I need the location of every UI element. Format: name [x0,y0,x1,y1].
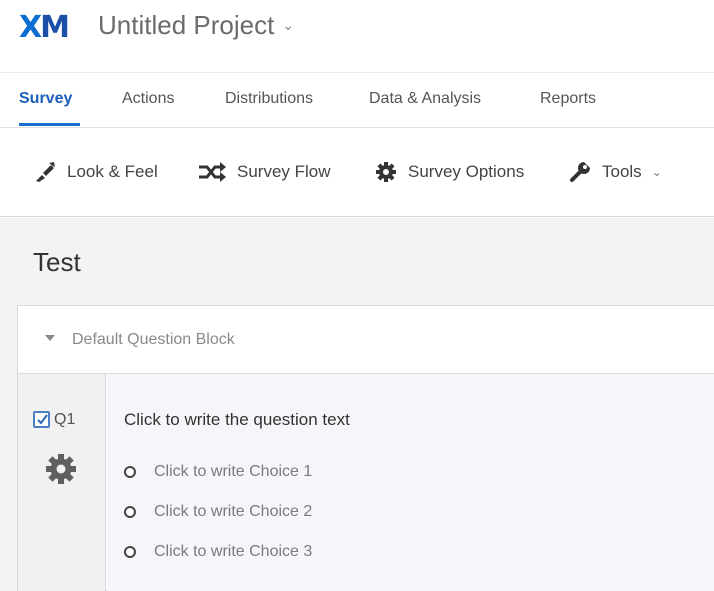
tools-dropdown-button[interactable]: Tools ⌄ [568,159,662,185]
checkmark-icon [37,414,48,425]
question-settings-gear-icon[interactable] [46,454,76,484]
survey-name[interactable]: Test [33,246,81,278]
tab-actions[interactable]: Actions [122,89,174,109]
tab-reports[interactable]: Reports [540,89,596,109]
wrench-icon [568,160,592,184]
block-title: Default Question Block [72,331,235,348]
radio-button[interactable] [124,546,136,558]
question-body: Click to write the question text Click t… [107,374,714,591]
shuffle-icon [197,160,227,184]
tools-label: Tools [602,162,642,181]
radio-button[interactable] [124,506,136,518]
top-bar: XM Untitled Project ⌄ [0,0,714,72]
survey-canvas: Test Default Question Block Q1 Click to … [0,218,714,591]
choice-item[interactable]: Click to write Choice 2 [124,502,312,522]
choice-label[interactable]: Click to write Choice 1 [154,462,312,482]
survey-flow-button[interactable]: Survey Flow [197,159,331,185]
paint-brush-icon [33,160,57,184]
choice-item[interactable]: Click to write Choice 1 [124,462,312,482]
tab-survey[interactable]: Survey [19,89,72,109]
survey-options-label: Survey Options [408,162,525,181]
choice-label[interactable]: Click to write Choice 3 [154,542,312,562]
survey-flow-label: Survey Flow [237,162,331,181]
logo-letter-m: M [40,10,70,45]
block-header[interactable]: Default Question Block [18,306,714,374]
chevron-down-icon: ⌄ [282,17,295,33]
question-block: Default Question Block Q1 Click to write… [17,305,714,591]
collapse-caret-icon[interactable] [45,335,55,341]
logo-letter-x: X [19,10,42,45]
look-and-feel-label: Look & Feel [67,162,158,181]
tab-data-analysis[interactable]: Data & Analysis [369,89,481,109]
survey-toolbar: Look & Feel Survey Flow Survey Options T… [0,129,714,217]
main-tabs: Survey Actions Distributions Data & Anal… [0,72,714,128]
choice-item[interactable]: Click to write Choice 3 [124,542,312,562]
chevron-down-icon: ⌄ [651,165,662,179]
gear-icon [374,160,398,184]
choice-label[interactable]: Click to write Choice 2 [154,502,312,522]
question-number: Q1 [54,411,76,428]
tab-distributions[interactable]: Distributions [225,89,313,109]
question-text[interactable]: Click to write the question text [124,410,350,430]
radio-button[interactable] [124,466,136,478]
xm-logo[interactable]: XM [19,8,70,48]
survey-options-button[interactable]: Survey Options [374,159,524,185]
question-select-checkbox[interactable] [33,411,50,428]
active-tab-indicator [19,123,80,126]
question-sidebar: Q1 [18,374,106,591]
project-title: Untitled Project [98,10,275,40]
look-and-feel-button[interactable]: Look & Feel [33,159,158,185]
project-title-dropdown[interactable]: Untitled Project ⌄ [98,9,294,41]
